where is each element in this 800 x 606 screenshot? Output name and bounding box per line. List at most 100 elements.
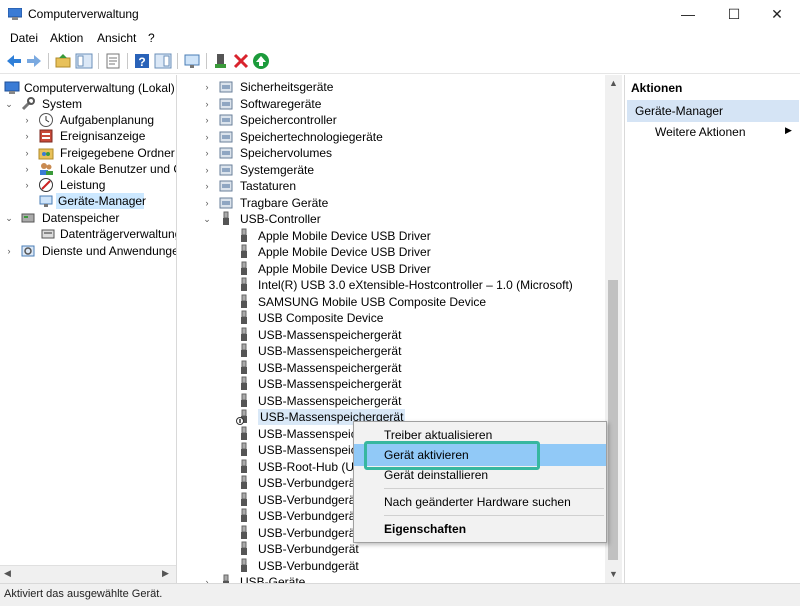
- chevron-right-icon[interactable]: ›: [202, 178, 212, 194]
- properties-icon[interactable]: [104, 52, 122, 70]
- usb-device-icon: [241, 558, 247, 572]
- menu-item-hardware-suchen[interactable]: Nach geänderter Hardware suchen: [354, 491, 606, 513]
- title-bar: Computerverwaltung — ☐ ✕: [0, 0, 800, 29]
- tree-system[interactable]: ⌄ System: [4, 96, 176, 112]
- usb-device-icon: [241, 360, 247, 374]
- scroll-thumb[interactable]: [608, 280, 618, 560]
- tree-item-lokale-benutzer[interactable]: › Lokale Benutzer und Gru: [22, 161, 177, 177]
- tree-item-freigegebene-ordner[interactable]: › Freigegebene Ordner: [22, 145, 176, 161]
- monitor-icon[interactable]: [183, 52, 201, 70]
- chevron-right-icon[interactable]: ›: [202, 79, 212, 95]
- menu-datei[interactable]: Datei: [10, 31, 38, 45]
- context-menu: Treiber aktualisieren Gerät aktivieren G…: [353, 421, 607, 543]
- view-icon[interactable]: [154, 52, 172, 70]
- tree-datenspeicher[interactable]: ⌄ Datenspeicher: [4, 210, 176, 226]
- chevron-right-icon[interactable]: ›: [202, 112, 212, 128]
- chevron-right-icon[interactable]: ›: [22, 145, 32, 161]
- tree-item-geraete-manager[interactable]: Geräte-Manager: [39, 193, 146, 209]
- usb-devices-icon: [223, 574, 229, 583]
- usb-device-icon: [241, 261, 247, 275]
- tree-item-datentraegerverwaltung[interactable]: Datenträgerverwaltung: [40, 226, 176, 242]
- up-folder-icon[interactable]: [54, 52, 72, 70]
- chevron-right-icon[interactable]: ›: [22, 128, 32, 144]
- actions-pane: Aktionen Geräte-Manager Weitere Aktionen…: [624, 75, 800, 583]
- chevron-right-icon[interactable]: ▶: [785, 125, 792, 136]
- usb-device-icon: [241, 508, 247, 522]
- software-device-icon: [219, 98, 233, 109]
- scroll-left-icon[interactable]: ◀: [4, 568, 11, 579]
- tree-item-ereignisanzeige[interactable]: › Ereignisanzeige: [22, 128, 176, 144]
- menu-item-geraet-deinstallieren[interactable]: Gerät deinstallieren: [354, 464, 606, 486]
- menu-ansicht[interactable]: Ansicht: [97, 31, 136, 45]
- clock-icon: [39, 113, 53, 127]
- maximize-button[interactable]: ☐: [711, 0, 757, 29]
- vertical-scrollbar[interactable]: ▲ ▼: [605, 75, 622, 583]
- tree-root[interactable]: Computerverwaltung (Lokal): [4, 80, 176, 96]
- tree-item-aufgabenplanung[interactable]: › Aufgabenplanung: [22, 112, 176, 128]
- chevron-down-icon[interactable]: ⌄: [202, 211, 212, 227]
- chevron-right-icon[interactable]: ›: [22, 161, 32, 177]
- menu-separator: [384, 488, 604, 489]
- chevron-right-icon[interactable]: ›: [202, 145, 212, 161]
- status-bar: Aktiviert das ausgewählte Gerät.: [0, 583, 800, 606]
- more-actions-link[interactable]: Weitere Aktionen: [655, 125, 746, 139]
- tools-icon: [21, 97, 35, 111]
- chevron-right-icon[interactable]: ›: [202, 96, 212, 112]
- actions-section-geraete-manager[interactable]: Geräte-Manager: [627, 100, 799, 122]
- left-navigation-tree: Computerverwaltung (Lokal) ⌄ System › Au…: [0, 75, 177, 583]
- chevron-right-icon[interactable]: ›: [202, 195, 212, 211]
- forward-arrow-icon[interactable]: [25, 52, 43, 70]
- scroll-right-icon[interactable]: ▶: [162, 568, 169, 579]
- show-tree-icon[interactable]: [75, 52, 93, 70]
- chevron-right-icon[interactable]: ›: [202, 162, 212, 178]
- enable-device-icon[interactable]: [252, 52, 270, 70]
- users-icon: [40, 163, 53, 175]
- close-button[interactable]: ✕: [754, 0, 800, 29]
- usb-device-icon: [241, 475, 247, 489]
- computer-management-icon: [8, 8, 22, 20]
- minimize-button[interactable]: —: [665, 0, 711, 29]
- chevron-right-icon[interactable]: ›: [22, 112, 32, 128]
- chevron-right-icon[interactable]: ›: [22, 177, 32, 193]
- computer-management-icon: [4, 81, 20, 94]
- usb-device-icon: [241, 426, 247, 440]
- tree-item-leistung[interactable]: › Leistung: [22, 177, 176, 193]
- add-driver-icon[interactable]: [212, 52, 230, 70]
- volume-icon: [219, 147, 233, 159]
- uninstall-x-icon[interactable]: [232, 52, 250, 70]
- usb-device-icon: [241, 525, 247, 539]
- tree-dienste-anwendungen[interactable]: › Dienste und Anwendungen: [4, 243, 177, 259]
- device-manager-icon: [39, 195, 53, 207]
- chevron-down-icon[interactable]: ⌄: [4, 210, 14, 226]
- scroll-up-icon[interactable]: ▲: [609, 78, 618, 88]
- help-icon[interactable]: ?: [133, 52, 151, 70]
- chevron-right-icon[interactable]: ›: [202, 129, 212, 145]
- chevron-down-icon[interactable]: ⌄: [4, 96, 14, 112]
- system-device-icon: [219, 164, 233, 175]
- menu-item-treiber-aktualisieren[interactable]: Treiber aktualisieren: [354, 424, 606, 446]
- services-icon: [21, 245, 35, 257]
- usb-device-icon: [241, 327, 247, 341]
- usb-device-icon: [241, 294, 247, 308]
- window-title: Computerverwaltung: [28, 7, 139, 21]
- usb-device-icon: [241, 343, 247, 357]
- performance-icon: [39, 178, 53, 192]
- status-text: Aktiviert das ausgewählte Gerät.: [4, 588, 163, 600]
- horizontal-scrollbar[interactable]: ◀ ▶: [0, 565, 176, 583]
- menu-aktion[interactable]: Aktion: [50, 31, 83, 45]
- security-key-icon: [219, 81, 233, 93]
- menu-item-eigenschaften[interactable]: Eigenschaften: [354, 518, 606, 540]
- chevron-right-icon[interactable]: ›: [4, 243, 14, 259]
- usb-device-icon: [241, 310, 247, 324]
- scroll-down-icon[interactable]: ▼: [609, 569, 618, 579]
- menu-item-geraet-aktivieren[interactable]: Gerät aktivieren: [354, 444, 606, 466]
- menu-separator: [384, 515, 604, 516]
- chevron-right-icon[interactable]: ›: [202, 574, 212, 583]
- menu-bar: Datei Aktion Ansicht ?: [0, 29, 800, 49]
- usb-device-icon: [241, 228, 247, 242]
- back-arrow-icon[interactable]: [5, 52, 23, 70]
- usb-device-icon: [241, 376, 247, 390]
- svg-text:?: ?: [138, 55, 145, 69]
- actions-header: Aktionen: [631, 81, 683, 95]
- menu-help[interactable]: ?: [148, 31, 155, 45]
